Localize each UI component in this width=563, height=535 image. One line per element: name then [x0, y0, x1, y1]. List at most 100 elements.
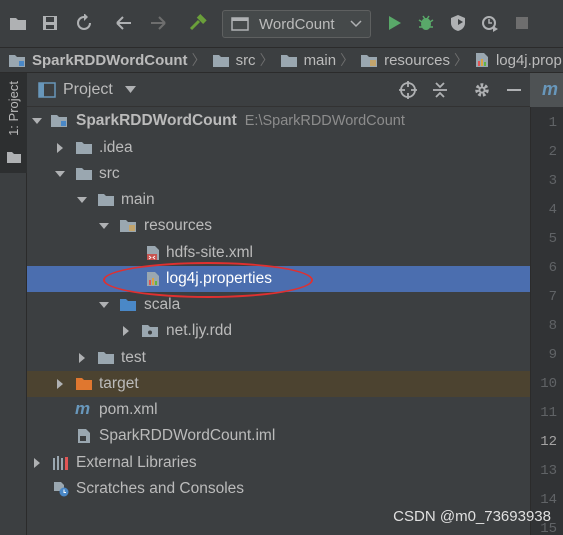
tree-node-target[interactable]: target	[27, 371, 530, 397]
profile-icon[interactable]	[480, 12, 500, 34]
locate-file-icon[interactable]	[399, 81, 417, 99]
breadcrumb-src[interactable]: src	[212, 52, 256, 69]
tree-node-scala[interactable]: scala	[27, 292, 530, 318]
chevron-down-icon	[124, 86, 136, 93]
breadcrumb-separator: 〉	[340, 52, 355, 68]
tree-node-resources[interactable]: resources	[27, 213, 530, 239]
left-tool-stripe: 1: Project	[0, 73, 27, 535]
sync-icon[interactable]	[74, 12, 94, 34]
navigation-breadcrumb: SparkRDDWordCount 〉 src 〉 main 〉 resourc…	[0, 48, 563, 73]
open-folder-icon[interactable]	[8, 12, 28, 34]
project-tree: SparkRDDWordCount E:\SparkRDDWordCount .i…	[27, 107, 530, 535]
tree-node-label: scala	[144, 296, 181, 313]
resources-folder-icon	[120, 220, 136, 232]
line-number: 12	[540, 434, 557, 450]
tree-node-pom-xml[interactable]: m pom.xml	[27, 397, 530, 423]
collapsed-arrow-icon[interactable]	[54, 378, 66, 390]
tree-node-package[interactable]: net.ljy.rdd	[27, 318, 530, 344]
run-icon[interactable]	[384, 12, 404, 34]
package-icon	[142, 325, 158, 337]
collapse-all-icon[interactable]	[431, 81, 449, 99]
minimize-icon[interactable]	[505, 81, 523, 99]
excluded-folder-icon	[76, 378, 92, 390]
gear-icon[interactable]	[473, 81, 491, 99]
application-icon	[231, 17, 249, 31]
save-icon[interactable]	[40, 12, 60, 34]
collapsed-arrow-icon[interactable]	[54, 142, 66, 154]
tree-node-label: resources	[144, 217, 213, 234]
tree-node-log4j-properties[interactable]: log4j.properties	[27, 266, 530, 292]
tree-node-label: log4j.properties	[166, 270, 272, 287]
tree-node-test[interactable]: test	[27, 345, 530, 371]
tree-node-label: Scratches and Consoles	[76, 480, 245, 497]
tree-node-src[interactable]: src	[27, 161, 530, 187]
breadcrumb-main[interactable]: main	[280, 52, 336, 69]
project-view-selector[interactable]: Project	[55, 73, 136, 107]
source-folder-icon	[120, 299, 136, 311]
project-tool-window-tab[interactable]: 1: Project	[0, 73, 27, 173]
tree-node-label: hdfs-site.xml	[166, 244, 253, 261]
tree-node-idea[interactable]: .idea	[27, 135, 530, 161]
line-number: 7	[548, 289, 557, 305]
line-number: 2	[548, 144, 557, 160]
tree-node-main[interactable]: main	[27, 187, 530, 213]
tree-node-iml[interactable]: SparkRDDWordCount.iml	[27, 423, 530, 449]
breadcrumb-project[interactable]: SparkRDDWordCount	[8, 52, 188, 69]
tree-node-project-root[interactable]: SparkRDDWordCount E:\SparkRDDWordCount	[27, 108, 530, 134]
tree-node-hdfs-site-xml[interactable]: hdfs-site.xml	[27, 240, 530, 266]
breadcrumb-separator: 〉	[191, 52, 206, 68]
tree-node-external-libraries[interactable]: External Libraries	[27, 450, 530, 476]
coverage-icon[interactable]	[448, 12, 468, 34]
properties-file-icon	[475, 53, 488, 67]
tree-node-label: test	[121, 349, 146, 366]
debug-icon[interactable]	[416, 12, 436, 34]
main-toolbar: WordCount	[0, 0, 563, 48]
tree-node-scratches[interactable]: Scratches and Consoles	[27, 476, 530, 502]
expanded-arrow-icon[interactable]	[54, 168, 66, 180]
maven-icon: m	[542, 79, 559, 99]
expanded-arrow-icon[interactable]	[31, 115, 43, 127]
xml-file-icon	[147, 246, 159, 260]
run-configuration-selector[interactable]: WordCount	[222, 10, 371, 38]
back-icon[interactable]	[114, 12, 134, 34]
expanded-arrow-icon[interactable]	[98, 299, 110, 311]
folder-icon	[76, 142, 92, 154]
tree-node-label: pom.xml	[99, 401, 158, 418]
forward-icon[interactable]	[148, 12, 168, 34]
breadcrumb-resources[interactable]: resources	[360, 52, 450, 69]
expanded-arrow-icon[interactable]	[76, 194, 88, 206]
folder-icon	[98, 352, 114, 364]
build-icon[interactable]	[188, 12, 208, 34]
properties-file-icon	[147, 272, 159, 286]
project-path-hint: E:\SparkRDDWordCount	[244, 113, 405, 129]
collapsed-arrow-icon[interactable]	[120, 325, 132, 337]
breadcrumb-file[interactable]: log4j.prop	[474, 52, 562, 69]
expanded-arrow-icon[interactable]	[98, 220, 110, 232]
breadcrumb-separator: 〉	[453, 52, 468, 68]
project-tool-window-label: 1: Project	[6, 81, 21, 136]
folder-icon	[212, 54, 229, 67]
line-number: 1	[548, 115, 557, 131]
editor-file-tab[interactable]: m	[530, 73, 563, 107]
collapsed-arrow-icon[interactable]	[31, 457, 43, 469]
editor-gutter: 1 2 3 4 5 6 7 8 9 10 11 12 13 14 15	[530, 73, 563, 535]
collapsed-arrow-icon[interactable]	[76, 352, 88, 364]
maven-icon: m	[75, 399, 91, 418]
project-view-icon	[38, 82, 56, 98]
tree-node-label: External Libraries	[76, 454, 197, 471]
run-configuration-label: WordCount	[259, 15, 335, 33]
line-number: 9	[548, 347, 557, 363]
stop-icon[interactable]	[512, 12, 532, 34]
line-number: 10	[540, 376, 557, 392]
project-panel-header: Project	[27, 73, 530, 107]
module-file-icon	[78, 429, 90, 443]
line-number: 13	[540, 463, 557, 479]
watermark-text: CSDN @m0_73693938	[393, 508, 551, 525]
tree-node-label: main	[121, 191, 155, 208]
breadcrumb-separator: 〉	[259, 52, 274, 68]
line-number: 3	[548, 173, 557, 189]
resources-folder-icon	[361, 54, 378, 67]
folder-icon	[76, 168, 92, 180]
line-number: 8	[548, 318, 557, 334]
line-number: 5	[548, 231, 557, 247]
